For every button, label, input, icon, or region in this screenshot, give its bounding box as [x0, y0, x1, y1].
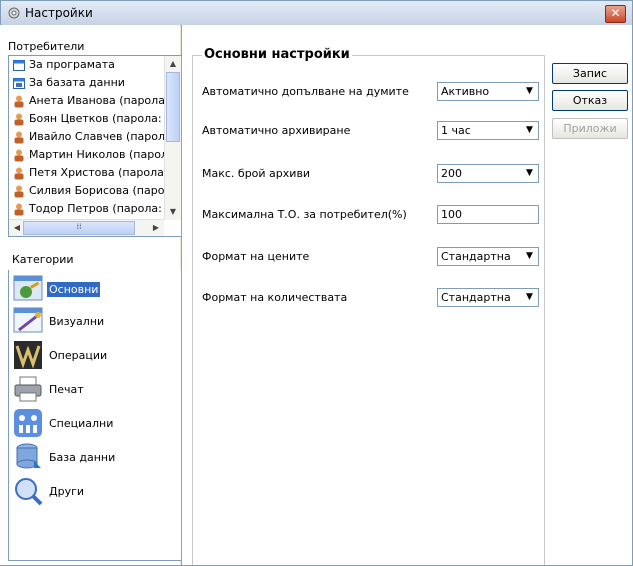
qty-format-label: Формат на количествата [202, 291, 348, 304]
max-to-label: Максимална Т.О. за потребител(%) [202, 208, 407, 221]
category-item-special[interactable]: Специални [13, 408, 115, 438]
list-item-label: Тодор Петров (парола: [29, 202, 162, 215]
category-label: Печат [49, 382, 84, 396]
users-label: Потребители [8, 40, 85, 53]
title-bar[interactable]: Настройки ✕ [1, 1, 632, 26]
category-label: База данни [49, 450, 116, 464]
scroll-right-icon[interactable]: ▶ [148, 220, 164, 236]
list-item[interactable]: Петя Христова (парола [9, 164, 164, 182]
list-item[interactable]: Боян Цветков (парола: [9, 110, 164, 128]
list-item[interactable]: Мартин Николов (парол [9, 146, 164, 164]
list-item-label: За програмата [29, 58, 115, 71]
category-item-database[interactable]: База данни [13, 442, 117, 472]
autocomplete-select[interactable]: Активно ▼ [437, 82, 539, 101]
dropdown-arrow-icon[interactable]: ▼ [522, 290, 537, 305]
categories-label: Категории [12, 253, 74, 266]
qty-format-value: Стандартна [441, 291, 511, 304]
max-archives-value: 200 [441, 167, 462, 180]
max-archives-label: Макс. брой архиви [202, 167, 311, 180]
save-button[interactable]: Запис [552, 63, 628, 84]
window-title: Настройки [25, 6, 93, 20]
category-label: Операции [49, 348, 108, 362]
scroll-up-icon[interactable]: ▲ [165, 56, 181, 72]
autocomplete-value: Активно [441, 85, 490, 98]
max-archives-select[interactable]: 200 ▼ [437, 164, 539, 183]
visual-settings-icon [13, 307, 43, 333]
list-item-label: Боян Цветков (парола: [29, 112, 162, 125]
close-button[interactable]: ✕ [605, 5, 626, 23]
database-window-icon [13, 77, 25, 89]
users-list[interactable]: За програмата За базата данни Анета Иван… [8, 55, 182, 237]
scroll-down-icon[interactable]: ▼ [165, 204, 181, 220]
scroll-thumb-horizontal[interactable]: ⁞⁞ [23, 221, 135, 235]
autoarchive-select[interactable]: 1 час ▼ [437, 121, 539, 140]
scroll-thumb[interactable] [166, 72, 180, 142]
settings-gear-icon [8, 7, 20, 19]
category-label: Основни [47, 281, 101, 297]
list-item-label: Анета Иванова (парола [29, 94, 164, 107]
price-format-select[interactable]: Стандартна ▼ [437, 247, 539, 266]
operations-icon [14, 341, 42, 369]
magnifier-icon [15, 478, 43, 506]
apply-button[interactable]: Приложи [552, 118, 628, 139]
category-label: Други [49, 484, 85, 498]
user-icon [14, 95, 24, 107]
list-item[interactable]: За програмата [9, 56, 164, 74]
list-item-label: Петя Христова (парола [29, 166, 164, 179]
users-horizontal-scrollbar[interactable]: ◀ ⁞⁞ ▶ [9, 219, 164, 236]
price-format-label: Формат на цените [202, 250, 310, 263]
categories-list[interactable]: Основни Визуални Операции Печат Специалн… [8, 270, 181, 561]
list-item-label: Мартин Николов (парол [29, 148, 164, 161]
user-icon [14, 131, 24, 143]
category-item-operations[interactable]: Операции [13, 340, 109, 370]
window-icon [13, 59, 25, 71]
database-icon [16, 443, 41, 469]
user-icon [14, 149, 24, 161]
category-item-basic[interactable]: Основни [13, 274, 101, 304]
dropdown-arrow-icon[interactable]: ▼ [522, 84, 537, 99]
category-item-print[interactable]: Печат [13, 374, 86, 404]
list-item[interactable]: За базата данни [9, 74, 164, 92]
category-label: Визуални [49, 314, 105, 328]
settings-group-title: Основни настройки [202, 47, 352, 62]
user-icon [14, 185, 24, 197]
list-item-label: Ивайло Славчев (парол [29, 130, 164, 143]
dropdown-arrow-icon[interactable]: ▼ [522, 123, 537, 138]
list-item[interactable]: Тодор Петров (парола: [9, 200, 164, 218]
list-item[interactable]: Силвия Борисова (паро [9, 182, 164, 200]
user-icon [14, 203, 24, 215]
autocomplete-label: Автоматично допълване на думите [202, 85, 409, 98]
qty-format-select[interactable]: Стандартна ▼ [437, 288, 539, 307]
users-vertical-scrollbar[interactable]: ▲ ▼ [164, 56, 181, 220]
category-item-visual[interactable]: Визуални [13, 306, 106, 336]
basic-settings-icon [13, 275, 43, 301]
autoarchive-label: Автоматично архивиране [202, 124, 351, 137]
cancel-button[interactable]: Отказ [552, 90, 628, 111]
special-settings-icon [14, 409, 42, 437]
list-item[interactable]: Ивайло Славчев (парол [9, 128, 164, 146]
printer-icon [14, 376, 42, 402]
list-item-label: Силвия Борисова (паро [29, 184, 164, 197]
dropdown-arrow-icon[interactable]: ▼ [522, 166, 537, 181]
dropdown-arrow-icon[interactable]: ▼ [522, 249, 537, 264]
category-label: Специални [49, 416, 114, 430]
list-item-label: За базата данни [29, 76, 125, 89]
user-icon [14, 113, 24, 125]
category-item-other[interactable]: Други [13, 476, 86, 506]
price-format-value: Стандартна [441, 250, 511, 263]
autoarchive-value: 1 час [441, 124, 471, 137]
user-icon [14, 167, 24, 179]
list-item[interactable]: Анета Иванова (парола [9, 92, 164, 110]
max-to-input[interactable]: 100 [437, 205, 539, 224]
